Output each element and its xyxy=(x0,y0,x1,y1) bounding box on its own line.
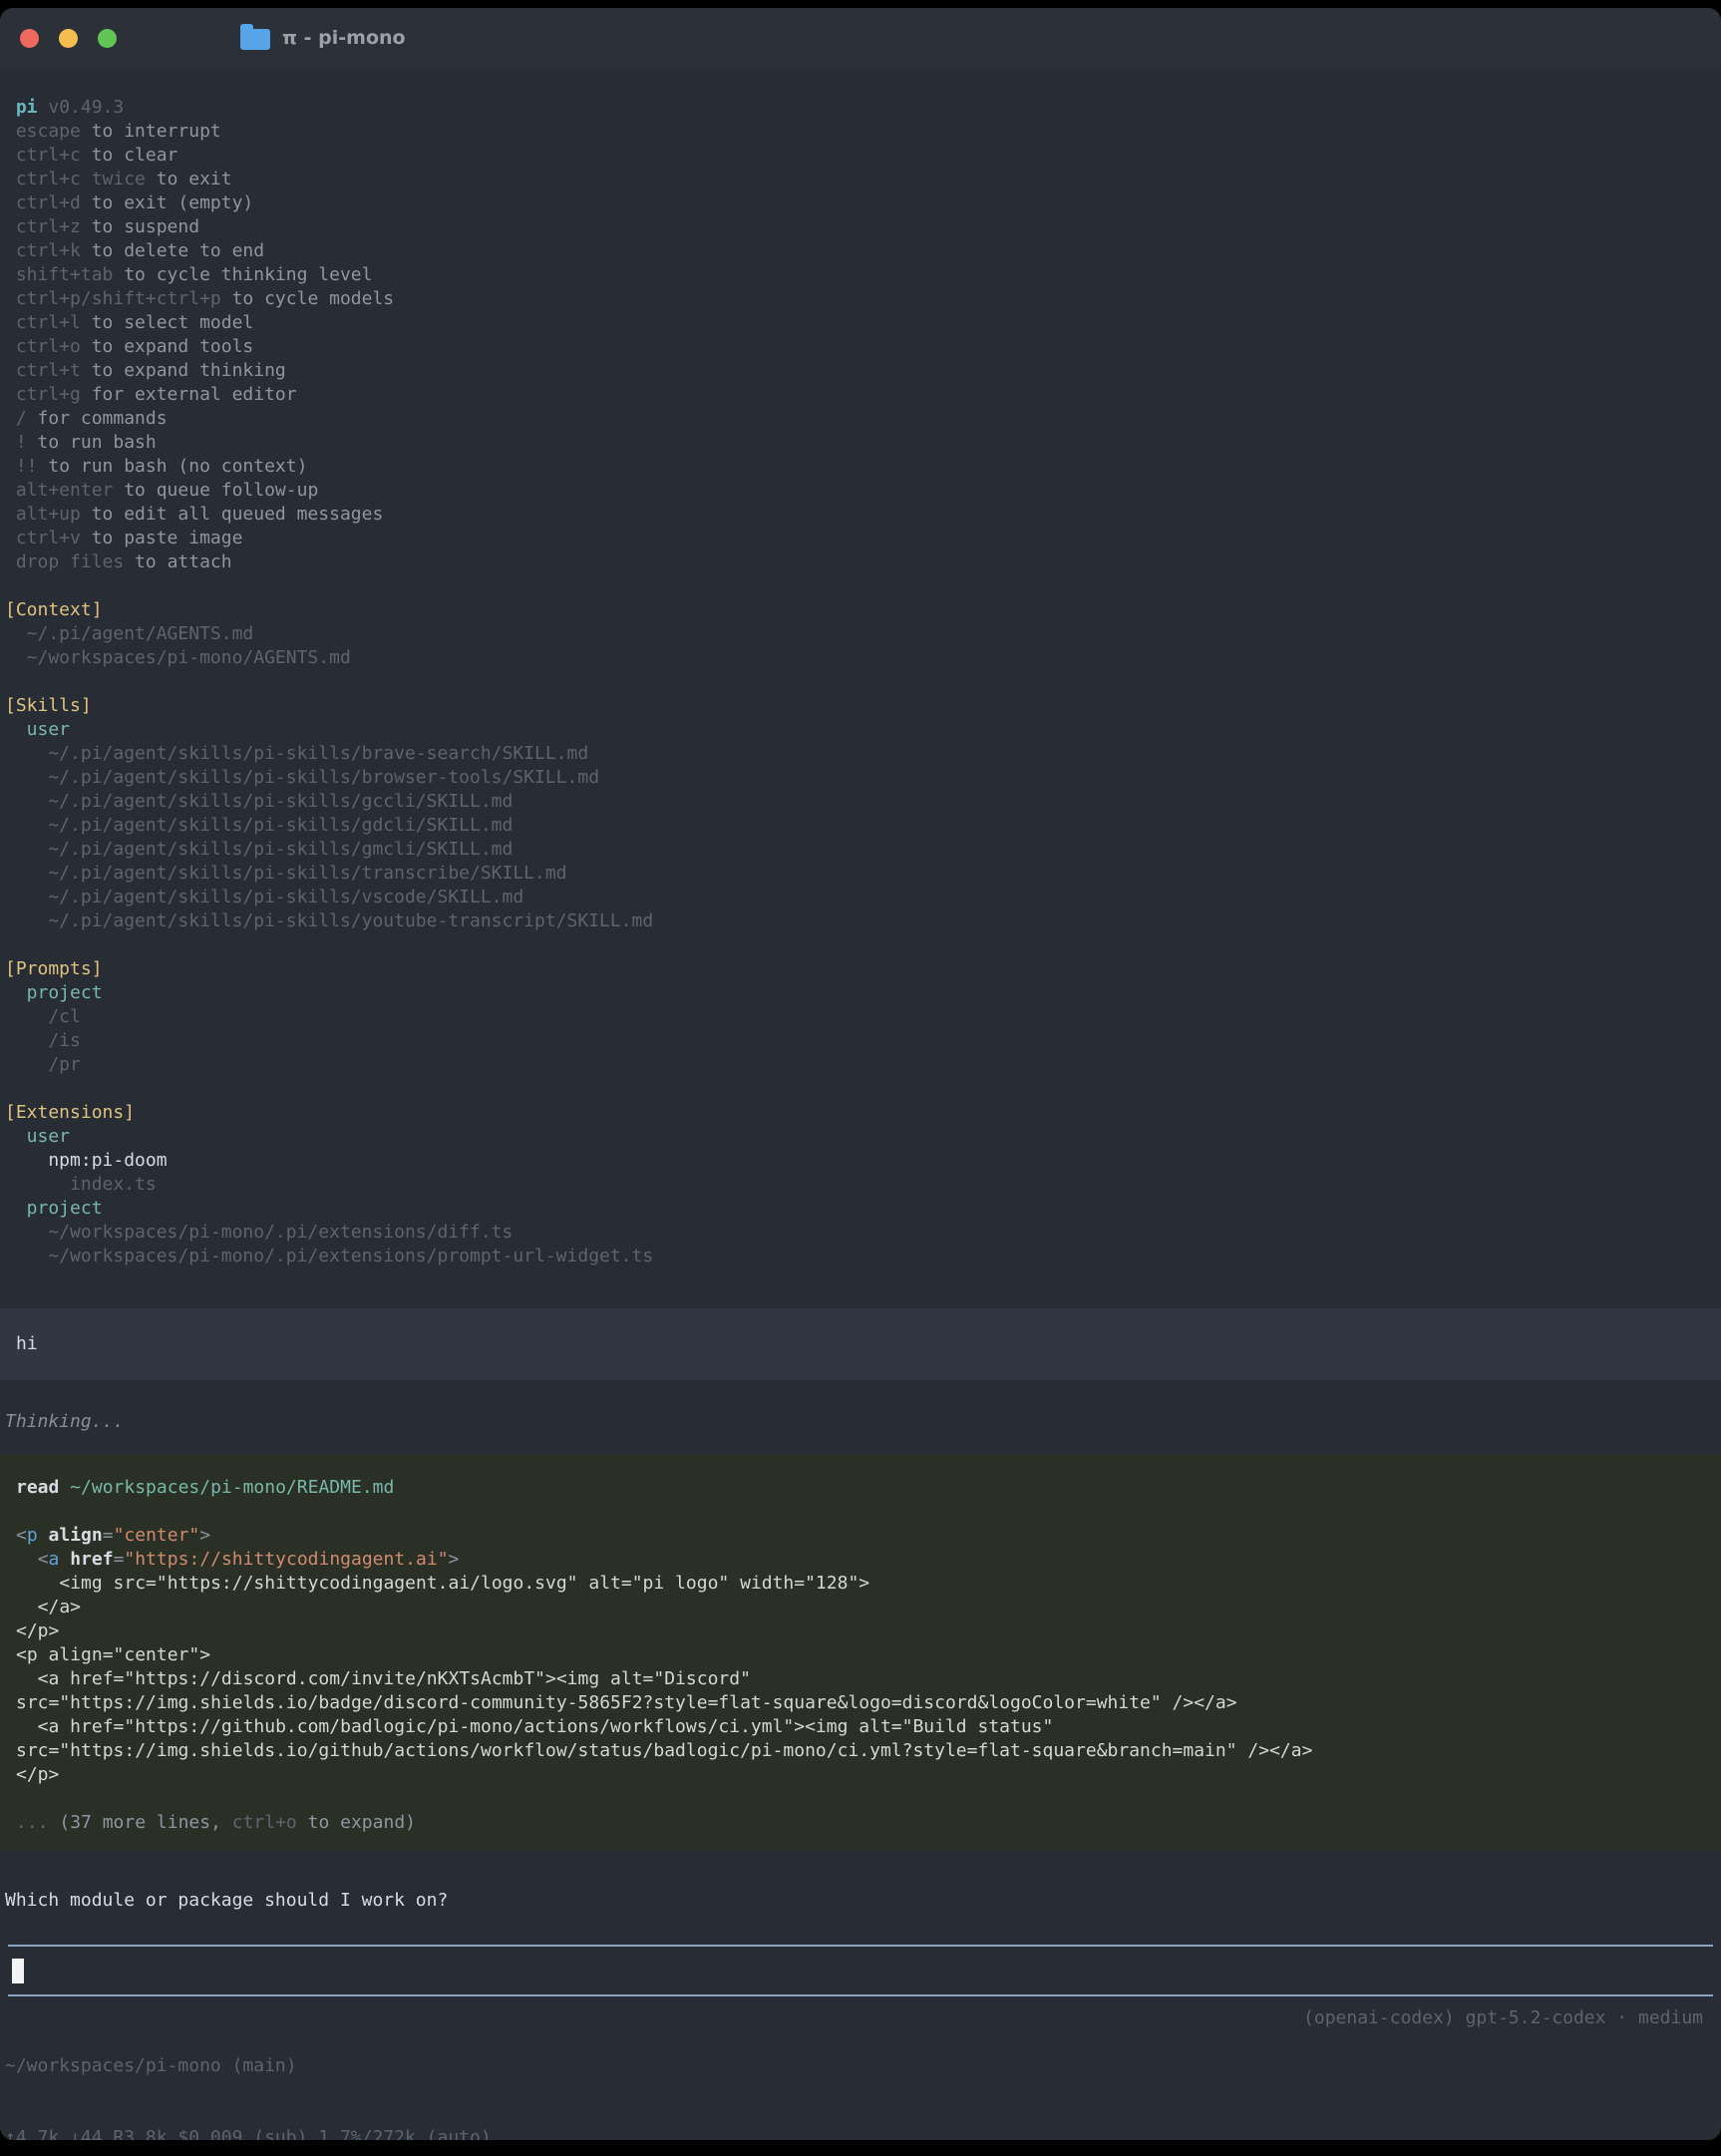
close-button[interactable] xyxy=(20,29,39,48)
prompt-input[interactable] xyxy=(8,1945,1713,1996)
extensions-section: [Extensions] user npm:pi-doom index.ts p… xyxy=(5,1101,1716,1268)
tool-output-block: read ~/workspaces/pi-mono/README.md <p a… xyxy=(0,1454,1721,1851)
minimize-button[interactable] xyxy=(59,29,78,48)
usage-stats: ↑4.7k ↓44 R3.8k $0.009 (sub) 1.7%/272k (… xyxy=(5,2126,492,2140)
folder-icon xyxy=(240,29,270,50)
status-left: ~/workspaces/pi-mono (main) ↑4.7k ↓44 R3… xyxy=(5,2006,492,2030)
terminal-window: π - pi-mono pi v0.49.3 escape to interru… xyxy=(0,8,1721,2140)
model-info: (openai-codex) gpt-5.2-codex · medium xyxy=(1303,2006,1703,2030)
assistant-question: Which module or package should I work on… xyxy=(5,1889,1716,1913)
traffic-lights xyxy=(20,29,117,48)
title-group: π - pi-mono xyxy=(240,26,406,50)
terminal-content: pi v0.49.3 escape to interrupt ctrl+c to… xyxy=(0,68,1721,2030)
help-block: pi v0.49.3 escape to interrupt ctrl+c to… xyxy=(5,96,1716,574)
skills-section: [Skills] user ~/.pi/agent/skills/pi-skil… xyxy=(5,694,1716,933)
context-section: [Context] ~/.pi/agent/AGENTS.md ~/worksp… xyxy=(5,598,1716,670)
thinking-indicator: Thinking... xyxy=(5,1410,1716,1434)
titlebar[interactable]: π - pi-mono xyxy=(0,8,1721,68)
cwd-branch: ~/workspaces/pi-mono (main) xyxy=(5,2054,492,2078)
user-message-text: hi xyxy=(16,1333,38,1354)
zoom-button[interactable] xyxy=(98,29,117,48)
text-cursor xyxy=(12,1959,24,1983)
status-bar: ~/workspaces/pi-mono (main) ↑4.7k ↓44 R3… xyxy=(5,1996,1716,2030)
prompts-section: [Prompts] project /cl /is /pr xyxy=(5,957,1716,1077)
desktop-background: π - pi-mono pi v0.49.3 escape to interru… xyxy=(0,0,1721,2156)
user-message: hi xyxy=(0,1308,1721,1380)
window-title: π - pi-mono xyxy=(282,27,406,49)
